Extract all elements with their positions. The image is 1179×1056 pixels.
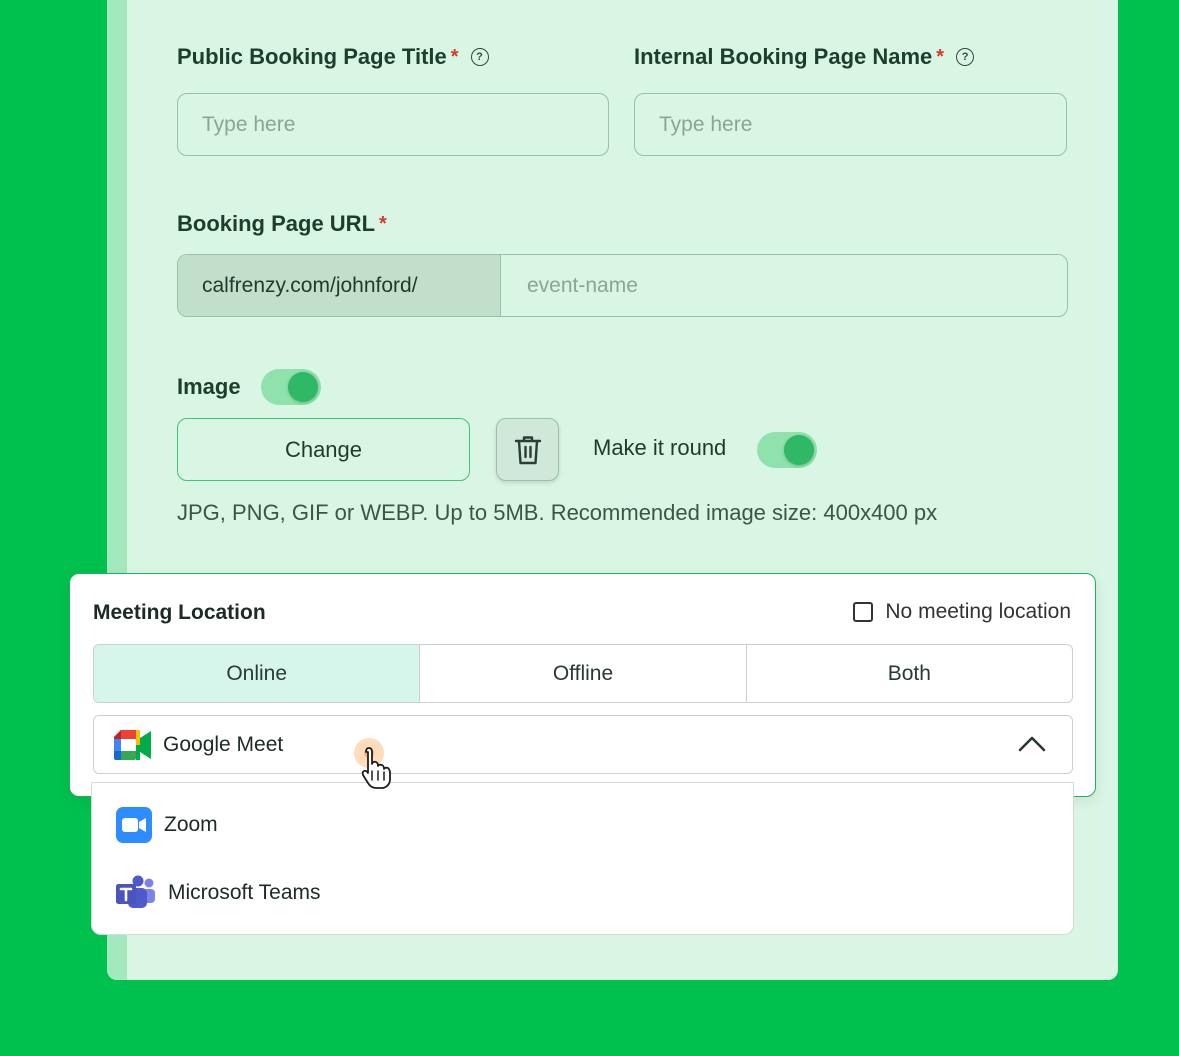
url-slug-input[interactable]: event-name: [501, 255, 638, 316]
required-mark: *: [450, 45, 459, 68]
make-round-toggle[interactable]: [757, 432, 817, 468]
no-meeting-location[interactable]: No meeting location: [853, 600, 1071, 624]
google-meet-icon: [114, 729, 151, 760]
option-microsoft-teams[interactable]: Microsoft Teams: [116, 875, 321, 911]
delete-image-button[interactable]: [496, 418, 559, 481]
location-type-tabs: Online Offline Both: [93, 644, 1073, 703]
public-title-label: Public Booking Page Title * ?: [177, 44, 489, 70]
internal-name-input[interactable]: Type here: [634, 93, 1067, 156]
platform-dropdown: Zoom Microsoft Teams: [91, 782, 1074, 935]
image-label: Image: [177, 374, 241, 399]
toggle-knob: [784, 435, 814, 465]
public-title-input[interactable]: Type here: [177, 93, 609, 156]
required-mark: *: [936, 45, 945, 68]
required-mark: *: [379, 212, 387, 235]
help-icon[interactable]: ?: [956, 48, 975, 66]
meeting-location-panel: Meeting Location No meeting location Onl…: [69, 573, 1096, 797]
chevron-up-icon[interactable]: [1018, 734, 1046, 754]
teams-icon: [116, 875, 155, 908]
image-hint: JPG, PNG, GIF or WEBP. Up to 5MB. Recomm…: [177, 500, 938, 525]
selected-platform: Google Meet: [163, 732, 284, 756]
url-field: calfrenzy.com/johnford/ event-name: [177, 254, 1068, 317]
internal-name-label: Internal Booking Page Name * ?: [634, 44, 975, 70]
tab-both[interactable]: Both: [747, 645, 1072, 702]
url-prefix: calfrenzy.com/johnford/: [178, 255, 501, 316]
no-meeting-checkbox[interactable]: [853, 602, 874, 622]
help-icon[interactable]: ?: [470, 48, 489, 66]
zoom-icon: [116, 807, 152, 843]
option-zoom[interactable]: Zoom: [116, 807, 218, 843]
tab-online[interactable]: Online: [94, 645, 421, 702]
platform-select[interactable]: Google Meet: [93, 715, 1073, 774]
image-toggle[interactable]: [261, 369, 321, 405]
trash-icon: [514, 435, 541, 464]
meeting-location-title: Meeting Location: [93, 601, 266, 624]
tab-offline[interactable]: Offline: [420, 645, 747, 702]
hand-cursor-icon: [354, 738, 391, 789]
change-image-button[interactable]: Change: [177, 418, 470, 481]
toggle-knob: [288, 372, 318, 402]
make-round-label: Make it round: [593, 435, 727, 460]
url-label: Booking Page URL *: [177, 211, 387, 236]
